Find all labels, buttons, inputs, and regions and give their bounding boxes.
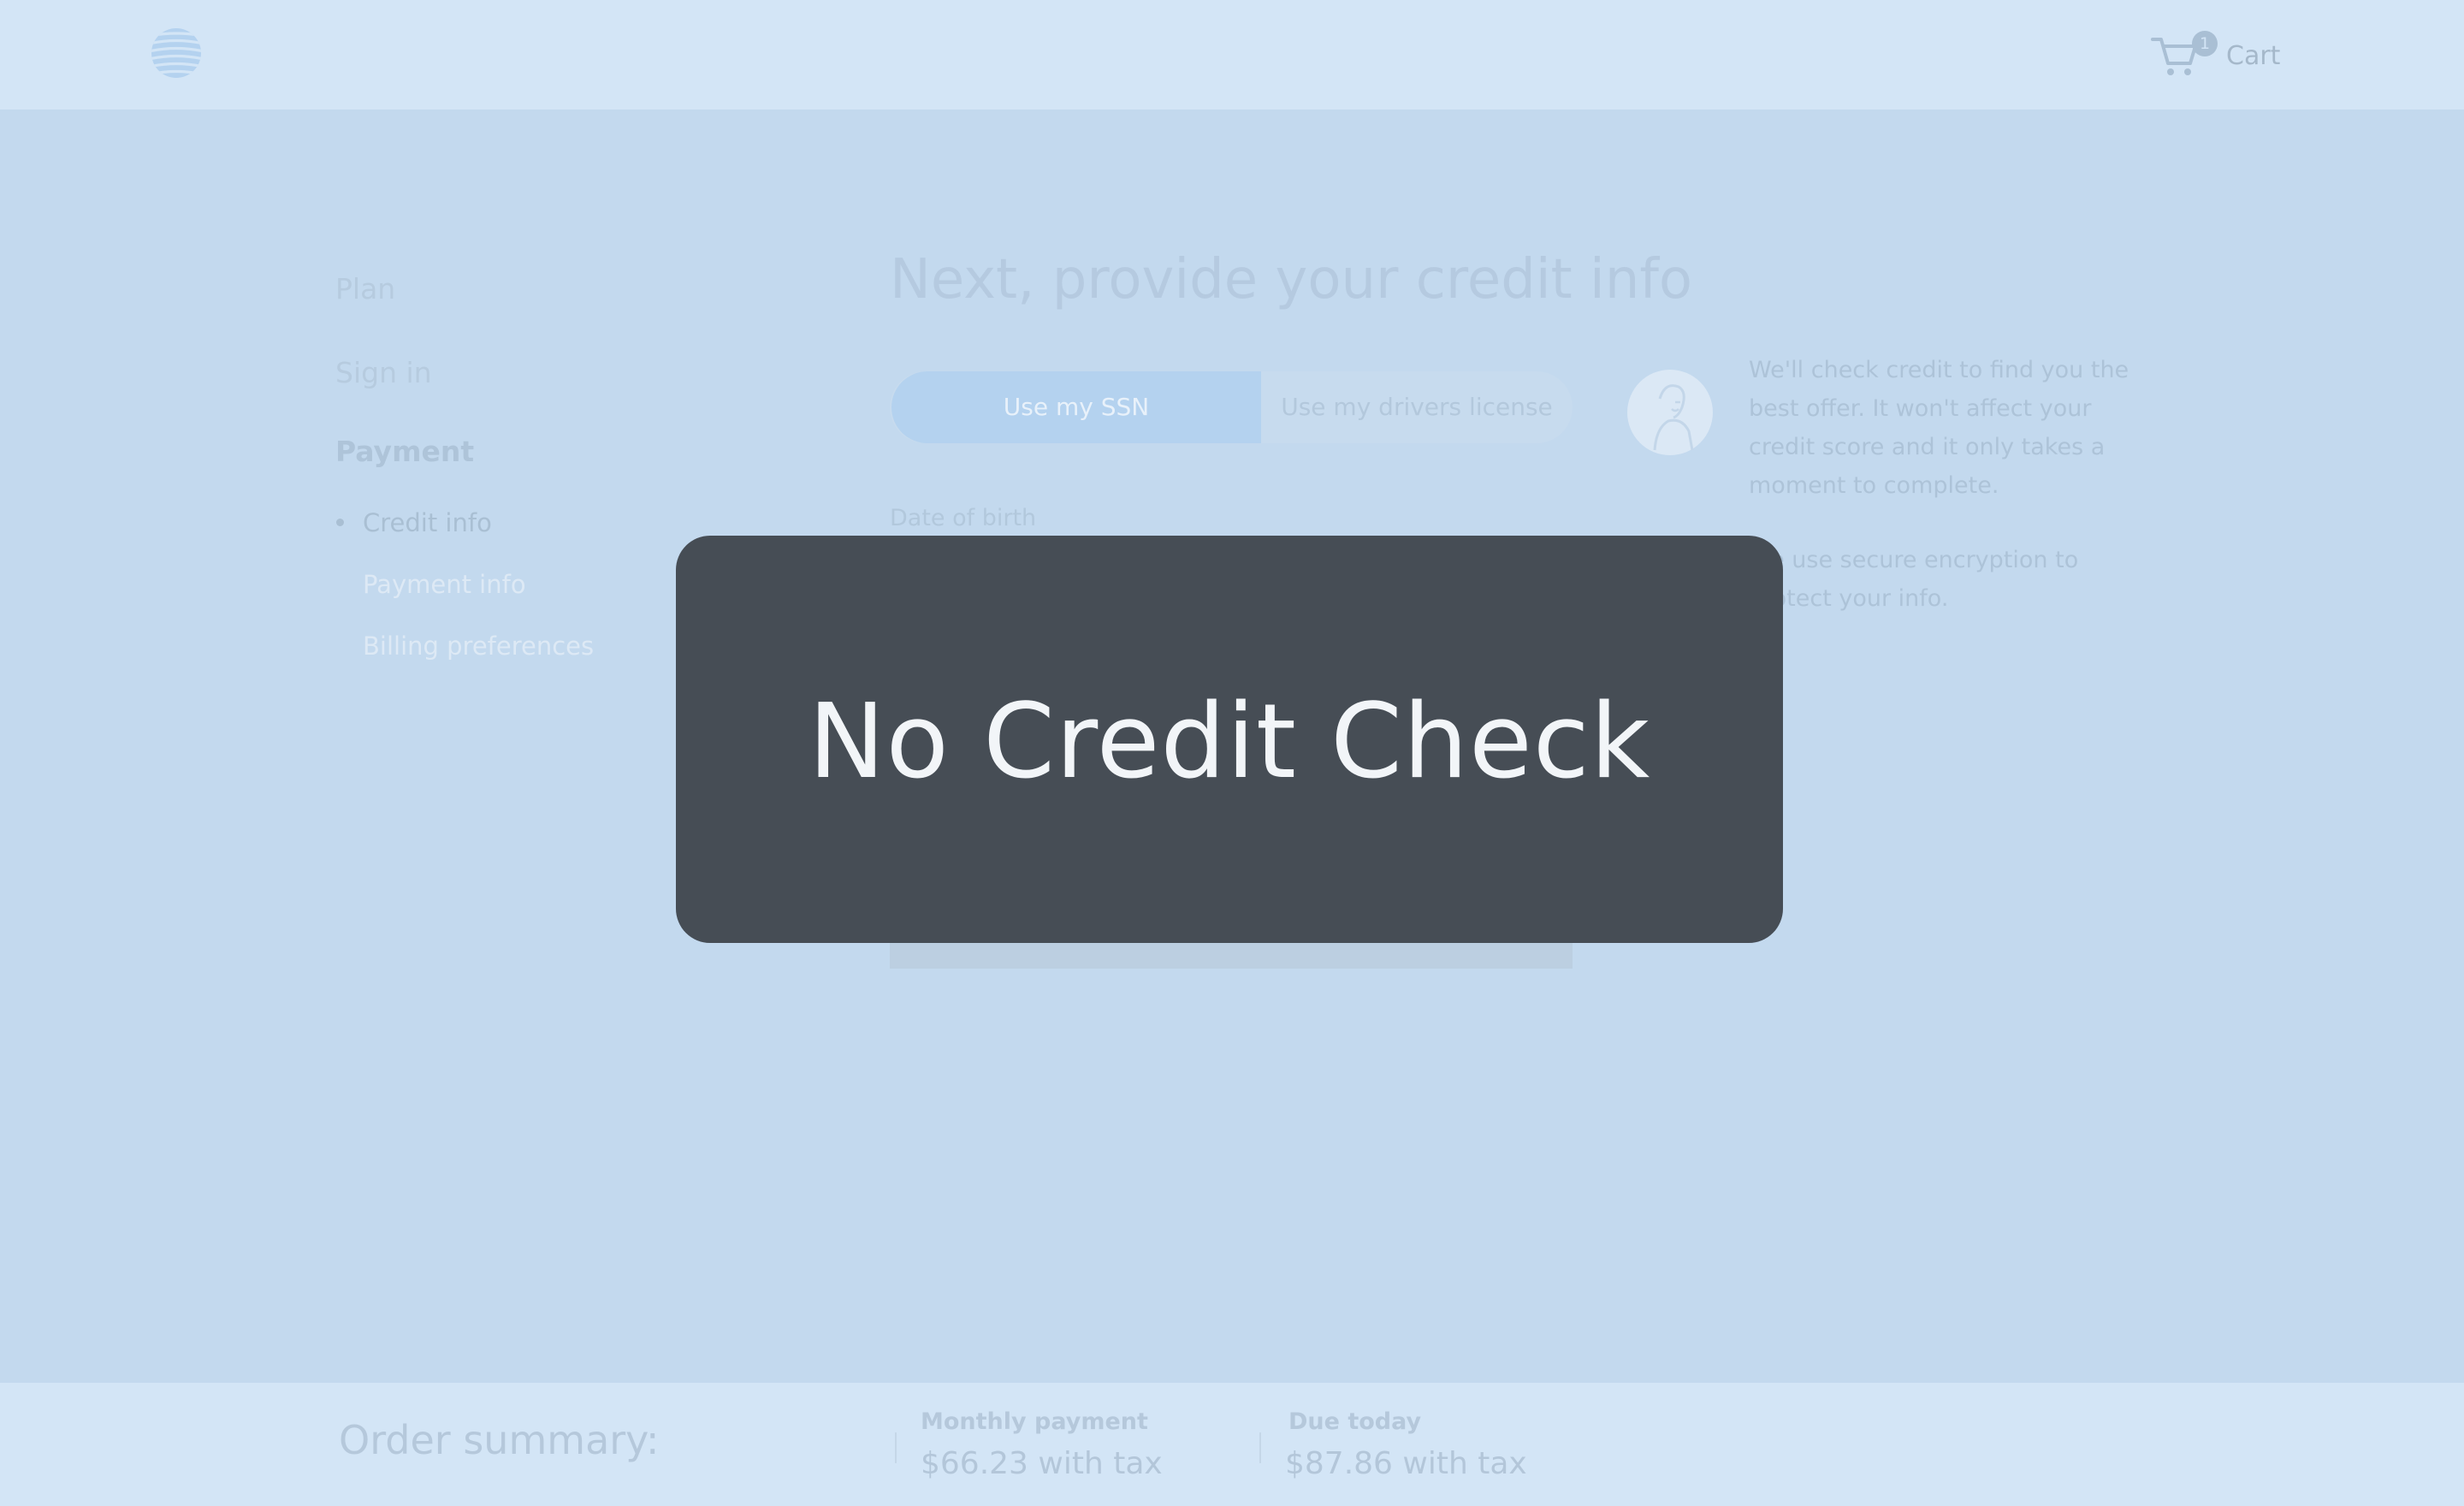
site-header: 1 Cart	[0, 0, 2464, 110]
cart-label: Cart	[2226, 41, 2281, 71]
page-title: Next, provide your credit info	[890, 248, 1693, 311]
substep-credit-info: Credit info	[363, 508, 492, 537]
att-globe-icon[interactable]	[149, 26, 204, 80]
info-paragraph: We'll check credit to find you the best …	[1749, 357, 2129, 499]
substep-billing-preferences: Billing preferences	[363, 631, 595, 661]
date-of-birth-label: Date of birth	[890, 505, 1037, 531]
use-ssn-option[interactable]: Use my SSN	[891, 371, 1261, 443]
id-method-toggle: Use my SSN Use my drivers license	[890, 371, 1573, 443]
cart-link[interactable]: 1 Cart	[2151, 31, 2281, 82]
use-drivers-license-option[interactable]: Use my drivers license	[1266, 371, 1567, 443]
banner-text: No Credit Check	[808, 683, 1651, 802]
info-paragraph: We use secure encryption to protect your…	[1749, 547, 2079, 612]
substep-payment-info: Payment info	[363, 570, 526, 599]
divider	[895, 1432, 897, 1463]
step-sign-in[interactable]: Sign in	[335, 356, 432, 389]
no-credit-check-banner: No Credit Check	[676, 536, 1783, 943]
due-today-value: $87.86 with tax	[1285, 1446, 1527, 1481]
person-portrait-icon	[1627, 370, 1713, 455]
order-summary-title[interactable]: Order summary:	[339, 1417, 660, 1463]
monthly-payment-label: Monthly payment	[921, 1408, 1148, 1435]
due-today-label: Due today	[1288, 1408, 1422, 1435]
step-payment: Payment	[335, 435, 475, 468]
order-summary-bar: Order summary: Monthly payment $66.23 wi…	[0, 1383, 2464, 1506]
credit-check-info: We'll check credit to find you the best …	[1749, 351, 2151, 654]
monthly-payment-value: $66.23 with tax	[921, 1446, 1163, 1481]
current-step-indicator	[336, 519, 344, 526]
divider	[1259, 1432, 1261, 1463]
step-plan[interactable]: Plan	[335, 272, 395, 305]
cart-count-badge: 1	[2192, 31, 2218, 56]
continue-button[interactable]	[890, 940, 1573, 969]
